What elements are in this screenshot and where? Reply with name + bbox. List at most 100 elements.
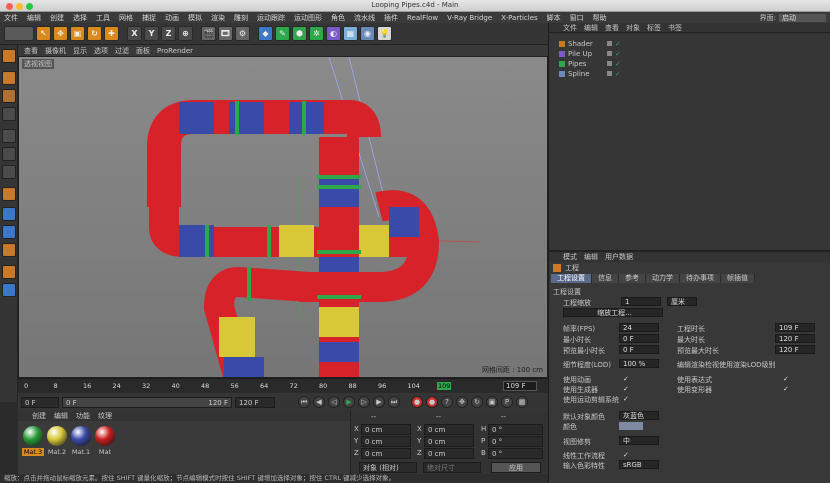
attribute-value-field[interactable]: 0 F (619, 345, 659, 354)
axis-x-button[interactable]: X (127, 26, 142, 41)
lod-field[interactable]: 100 % (619, 359, 659, 368)
undo-redo-button[interactable] (4, 26, 34, 41)
viewport-menu-item[interactable]: ProRender (157, 47, 193, 55)
view-clipping-dropdown[interactable]: 中 (619, 436, 659, 445)
axis-z-button[interactable]: Z (161, 26, 176, 41)
scale-project-button[interactable]: 缩放工程... (563, 308, 663, 317)
viewport-menu-item[interactable]: 过滤 (115, 46, 129, 56)
menu-item[interactable]: 插件 (384, 13, 398, 23)
object-row[interactable]: Shader ✓ (559, 39, 621, 48)
viewport-menu-item[interactable]: 查看 (24, 46, 38, 56)
select-tool-icon[interactable]: ↖ (36, 26, 51, 41)
menu-item[interactable]: X-Particles (501, 14, 537, 22)
input-color-profile-dropdown[interactable]: sRGB (619, 460, 659, 469)
apply-button[interactable]: 应用 (491, 462, 541, 473)
model-mode-icon[interactable] (2, 71, 16, 85)
make-editable-icon[interactable] (2, 49, 16, 63)
attribute-checkbox[interactable]: ✓ (783, 386, 789, 393)
coordinate-system-icon[interactable]: ⊕ (178, 26, 193, 41)
go-to-end-icon[interactable]: ⏭ (388, 396, 400, 408)
menu-item[interactable]: 雕刻 (234, 13, 248, 23)
light-icon[interactable]: 💡 (377, 26, 392, 41)
coord-size-dropdown[interactable]: 绝对尺寸 (423, 462, 481, 473)
scale-key-icon[interactable]: ▣ (486, 396, 498, 408)
deformer-icon[interactable]: ◐ (326, 26, 341, 41)
material-swatch[interactable]: Mat (94, 426, 116, 456)
material-swatch[interactable]: Mat.1 (70, 426, 92, 456)
lock-workplane-icon[interactable] (2, 283, 16, 297)
object-menu-item[interactable]: 编辑 (584, 23, 598, 33)
menu-item[interactable]: 网格 (119, 13, 133, 23)
attribute-tab[interactable]: 帧插值 (721, 274, 755, 283)
previous-frame-icon[interactable]: ◁ (328, 396, 340, 408)
keyframe-selection-icon[interactable]: ? (441, 396, 453, 408)
cube-primitive-icon[interactable]: ◆ (258, 26, 273, 41)
viewport-menu-item[interactable]: 显示 (73, 46, 87, 56)
render-picture-viewer-icon[interactable]: 🎞 (218, 26, 233, 41)
attribute-value-field[interactable]: 120 F (775, 345, 815, 354)
param-key-icon[interactable]: P (501, 396, 513, 408)
object-row[interactable]: Spline ✓ (559, 69, 621, 78)
recent-tool-icon[interactable]: ✚ (104, 26, 119, 41)
material-swatch[interactable]: Mat.2 (46, 426, 68, 456)
floor-icon[interactable]: ▦ (343, 26, 358, 41)
snapping-icon[interactable] (2, 243, 16, 257)
coord-size-field[interactable]: 0 cm (424, 436, 474, 447)
coord-pos-field[interactable]: 0 cm (361, 424, 411, 435)
go-to-start-icon[interactable]: ⏮ (298, 396, 310, 408)
menu-item[interactable]: 模拟 (188, 13, 202, 23)
menu-item[interactable]: 帮助 (593, 13, 607, 23)
camera-icon[interactable]: ◉ (360, 26, 375, 41)
menu-item[interactable]: 运动图形 (294, 13, 322, 23)
menu-item[interactable]: RealFlow (407, 14, 438, 22)
attribute-menu-item[interactable]: 用户数据 (605, 252, 633, 262)
enable-axis-icon[interactable] (2, 187, 16, 201)
subdivision-surface-icon[interactable]: ⬢ (292, 26, 307, 41)
material-menu-item[interactable]: 纹理 (98, 411, 112, 421)
coord-size-field[interactable]: 0 cm (424, 424, 474, 435)
attribute-value-field[interactable]: 109 F (775, 323, 815, 332)
attribute-checkbox[interactable]: ✓ (623, 376, 629, 383)
menu-item[interactable]: 捕捉 (142, 13, 156, 23)
record-key-icon[interactable]: ● (411, 396, 423, 408)
position-key-icon[interactable]: ✥ (456, 396, 468, 408)
menu-item[interactable]: 窗口 (570, 13, 584, 23)
enabled-check-icon[interactable]: ✓ (615, 60, 621, 68)
menu-item[interactable]: 脚本 (547, 13, 561, 23)
visibility-dots-icon[interactable] (607, 61, 612, 66)
spline-pen-icon[interactable]: ✎ (275, 26, 290, 41)
attribute-value-field[interactable]: 0 F (619, 334, 659, 343)
next-key-icon[interactable]: ▶ (373, 396, 385, 408)
menu-item[interactable]: 选择 (73, 13, 87, 23)
attribute-tab[interactable]: 信息 (592, 274, 619, 283)
menu-item[interactable]: 创建 (50, 13, 64, 23)
enabled-check-icon[interactable]: ✓ (615, 40, 621, 48)
menu-item[interactable]: 文件 (4, 13, 18, 23)
attribute-checkbox[interactable]: ✓ (623, 452, 629, 459)
object-menu-item[interactable]: 文件 (563, 23, 577, 33)
visibility-dots-icon[interactable] (607, 41, 612, 46)
play-icon[interactable]: ▶ (343, 396, 355, 408)
attribute-checkbox[interactable]: ✓ (623, 396, 629, 403)
menu-item[interactable]: V-Ray Bridge (447, 14, 492, 22)
render-view-icon[interactable]: 🎬 (201, 26, 216, 41)
attribute-tab[interactable]: 工程设置 (551, 274, 592, 283)
attribute-checkbox[interactable]: ✓ (623, 386, 629, 393)
project-scale-field[interactable]: 1 (621, 297, 661, 306)
preview-range-slider[interactable]: 0 F 120 F (62, 396, 232, 408)
enabled-check-icon[interactable]: ✓ (615, 50, 621, 58)
tweak-mode-icon[interactable] (2, 207, 16, 221)
end-frame-field[interactable]: 120 F (235, 396, 275, 408)
coord-pos-field[interactable]: 0 cm (361, 448, 411, 459)
menu-item[interactable]: 角色 (331, 13, 345, 23)
layout-selector[interactable]: 界面: 启动 (760, 12, 826, 23)
pla-key-icon[interactable]: ▦ (516, 396, 528, 408)
attribute-tab[interactable]: 待办事项 (680, 274, 721, 283)
menu-item[interactable]: 运动跟踪 (257, 13, 285, 23)
menu-item[interactable]: 工具 (96, 13, 110, 23)
rotate-tool-icon[interactable]: ↻ (87, 26, 102, 41)
viewport-solo-icon[interactable] (2, 225, 16, 239)
edges-mode-icon[interactable] (2, 147, 16, 161)
coord-mode-dropdown[interactable]: 对象 (相对) (359, 462, 417, 473)
viewport-menu-item[interactable]: 摄像机 (45, 46, 66, 56)
